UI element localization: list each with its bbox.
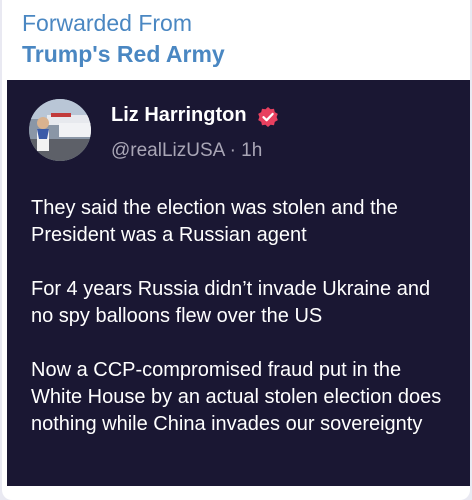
separator-dot: · [229,140,236,161]
author-handle[interactable]: @realLizUSA [111,140,224,161]
message-bubble: Forwarded From Trump's Red Army Liz Harr… [2,0,470,500]
author-handle-line: @realLizUSA · 1h [111,140,262,162]
avatar[interactable] [29,99,91,161]
tweet-paragraph: Now a CCP-compromised fraud put in the W… [31,359,442,435]
author-name[interactable]: Liz Harrington [111,104,247,127]
avatar-image [29,99,91,161]
verified-badge-icon [258,107,278,127]
tweet-paragraph: They said the election was stolen and th… [31,197,398,246]
post-time[interactable]: 1h [241,140,262,161]
forwarded-channel-name[interactable]: Trump's Red Army [22,39,225,70]
forwarded-header[interactable]: Forwarded From Trump's Red Army [22,8,225,70]
tweet-card: Liz Harrington @realLizUSA · 1h They sai… [7,80,470,486]
tweet-paragraph: For 4 years Russia didn’t invade Ukraine… [31,278,431,327]
forwarded-from-label: Forwarded From [22,10,192,36]
